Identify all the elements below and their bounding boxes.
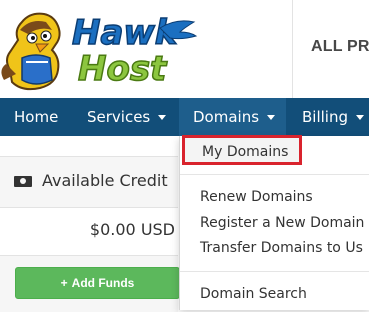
header-divider [292, 0, 293, 98]
credit-panel-title: Available Credit [42, 171, 168, 190]
add-funds-button[interactable]: + Add Funds [15, 267, 180, 299]
nav-item-services[interactable]: Services [87, 98, 167, 136]
menu-item-label: Transfer Domains to Us [200, 240, 363, 256]
header-link-all-products[interactable]: ALL PRO [311, 38, 369, 56]
menu-item-register-domain[interactable]: Register a New Domain [180, 212, 369, 234]
credit-amount: $0.00 USD [89, 220, 175, 239]
menu-item-transfer-domains[interactable]: Transfer Domains to Us [180, 237, 369, 259]
add-funds-label: Add Funds [71, 276, 135, 290]
svg-text:Host: Host [78, 49, 168, 89]
main-navbar: Home Services Domains Billing [0, 98, 369, 136]
available-credit-panel: Available Credit $0.00 USD + Add Funds [0, 156, 180, 312]
caret-down-icon [267, 115, 276, 120]
menu-item-label: Renew Domains [200, 189, 313, 205]
menu-item-label: Domain Search [200, 286, 307, 302]
menu-item-my-domains[interactable]: My Domains [182, 135, 302, 165]
site-header: Hawk Host ALL PRO [0, 0, 369, 98]
hawk-host-wordmark: Hawk Host [71, 12, 198, 90]
domains-dropdown-menu: My Domains Renew Domains Register a New … [179, 135, 369, 310]
credit-panel-header: Available Credit [0, 157, 178, 208]
caret-down-icon [158, 115, 167, 120]
menu-item-renew-domains[interactable]: Renew Domains [180, 186, 369, 208]
nav-item-billing[interactable]: Billing [302, 98, 364, 136]
nav-item-label: Domains [193, 108, 260, 126]
menu-divider [180, 271, 369, 272]
hawk-host-logo[interactable]: Hawk Host [0, 0, 200, 96]
caret-down-icon [356, 115, 364, 120]
nav-item-label: Services [87, 108, 151, 126]
menu-item-label: Register a New Domain [200, 215, 365, 231]
menu-divider [180, 174, 369, 175]
svg-text:Hawk: Hawk [72, 13, 180, 53]
nav-item-domains[interactable]: Domains [179, 98, 286, 136]
credit-panel-footer: + Add Funds [0, 255, 180, 312]
menu-item-label: My Domains [202, 144, 289, 160]
money-icon [14, 176, 32, 187]
hawk-mascot-icon [1, 12, 61, 91]
nav-item-label: Home [14, 108, 59, 126]
nav-item-label: Billing [302, 108, 348, 126]
menu-item-domain-search[interactable]: Domain Search [180, 283, 369, 305]
nav-item-home[interactable]: Home [14, 98, 58, 136]
plus-icon: + [60, 276, 68, 290]
